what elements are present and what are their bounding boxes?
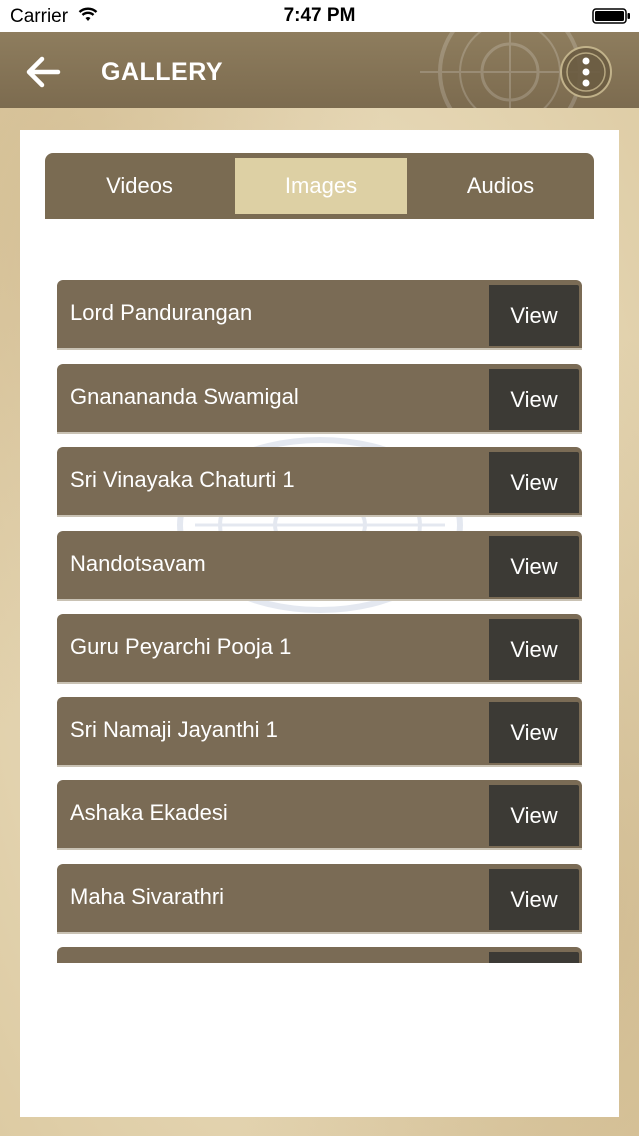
list-item[interactable]: Lord Pandurangan View — [57, 280, 582, 348]
content-panel: Videos Images Audios Lord Pandurangan Vi… — [20, 130, 619, 1117]
tab-audios[interactable]: Audios — [407, 153, 594, 219]
list-item[interactable]: Sri Vinayaka Chaturti 1 View — [57, 447, 582, 515]
item-title: Lord Pandurangan — [70, 300, 253, 325]
back-button[interactable] — [22, 52, 66, 92]
view-button[interactable]: View — [489, 702, 579, 763]
view-button[interactable]: View — [489, 369, 579, 430]
list-item[interactable]: Guru Peyarchi Pooja 1 View — [57, 614, 582, 682]
app-header: GALLERY — [0, 32, 639, 108]
list-item[interactable]: Gnanananda Swamigal View — [57, 364, 582, 432]
gallery-list[interactable]: Lord Pandurangan View Gnanananda Swamiga… — [57, 280, 582, 963]
view-button[interactable]: View — [489, 869, 579, 930]
item-title: Nandotsavam — [70, 551, 206, 576]
more-vertical-icon — [560, 46, 612, 98]
item-title: Gnanananda Swamigal — [70, 384, 299, 409]
list-item[interactable]: Maha Sivarathri View — [57, 864, 582, 932]
item-title: Sri Namaji Jayanthi 1 — [70, 717, 278, 742]
page-title: GALLERY — [101, 58, 224, 86]
list-item[interactable]: Sri Namaji Jayanthi 1 View — [57, 697, 582, 765]
item-title: Maha Sivarathri — [70, 884, 225, 909]
item-title: Sri Vinayaka Chaturti 1 — [70, 467, 295, 492]
tab-videos[interactable]: Videos — [45, 153, 234, 219]
list-item[interactable]: Nandotsavam View — [57, 531, 582, 599]
list-item[interactable]: Ashaka Ekadesi View — [57, 780, 582, 848]
view-button[interactable]: View — [489, 785, 579, 846]
item-title: Guru Peyarchi Pooja 1 — [70, 634, 292, 659]
arrow-left-icon — [26, 56, 61, 88]
view-button[interactable] — [489, 952, 579, 963]
status-bar: Carrier 7:47 PM — [0, 0, 639, 32]
tab-images[interactable]: Images — [235, 158, 407, 214]
list-item[interactable] — [57, 947, 582, 963]
item-title: Ashaka Ekadesi — [70, 800, 228, 825]
battery-icon — [592, 8, 632, 24]
view-button[interactable]: View — [489, 285, 579, 346]
status-time: 7:47 PM — [283, 5, 356, 26]
view-button[interactable]: View — [489, 452, 579, 513]
view-button[interactable]: View — [489, 536, 579, 597]
menu-button[interactable] — [558, 44, 614, 100]
view-button[interactable]: View — [489, 619, 579, 680]
tab-bar: Videos Images Audios — [45, 153, 594, 219]
